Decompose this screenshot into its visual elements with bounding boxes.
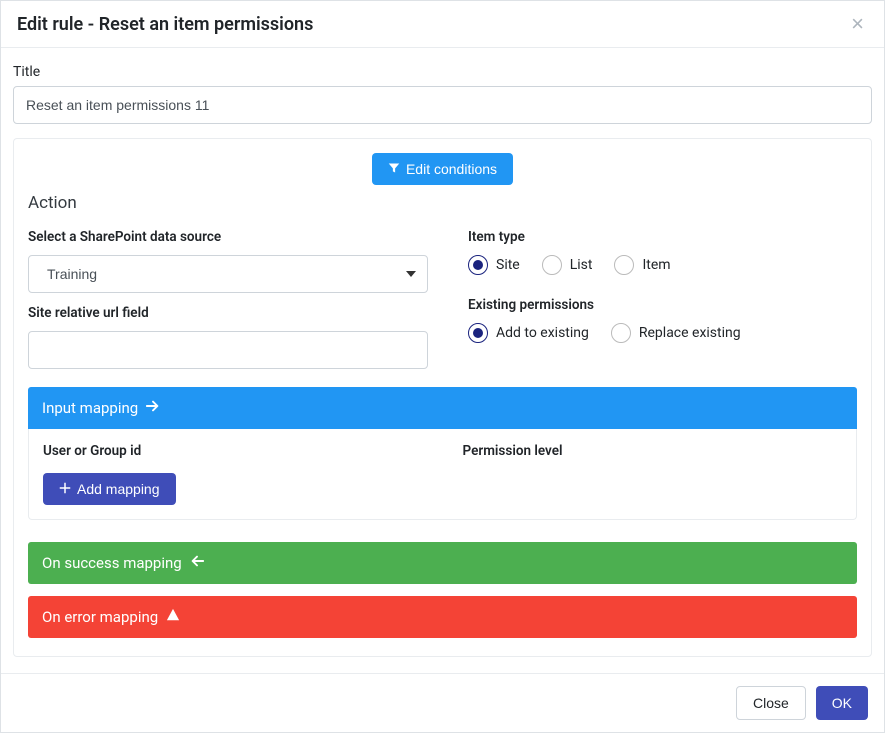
edit-rule-modal: Edit rule - Reset an item permissions × …: [0, 0, 885, 733]
site-rel-label: Site relative url field: [28, 305, 428, 321]
error-mapping-header[interactable]: On error mapping: [28, 596, 857, 638]
existing-perm-label: Existing permissions: [468, 297, 857, 313]
radio-site[interactable]: Site: [468, 255, 520, 275]
edit-conditions-label: Edit conditions: [406, 161, 497, 177]
item-type-group: Site List Item: [468, 255, 857, 275]
error-mapping-title: On error mapping: [42, 608, 158, 626]
warning-icon: [166, 608, 180, 626]
data-source-label: Select a SharePoint data source: [28, 229, 428, 245]
title-label: Title: [13, 64, 872, 80]
title-input[interactable]: [13, 86, 872, 124]
modal-footer: Close OK: [1, 673, 884, 732]
input-mapping-header[interactable]: Input mapping: [28, 387, 857, 429]
data-source-select[interactable]: Training: [28, 255, 428, 293]
ok-button[interactable]: OK: [816, 686, 868, 720]
success-mapping-title: On success mapping: [42, 554, 182, 572]
plus-icon: [59, 481, 71, 497]
add-mapping-label: Add mapping: [77, 481, 160, 497]
permission-level-label: Permission level: [463, 443, 843, 459]
input-mapping-title: Input mapping: [42, 399, 138, 417]
close-button[interactable]: Close: [736, 686, 806, 720]
radio-item[interactable]: Item: [614, 255, 670, 275]
action-card: Edit conditions Action Select a SharePoi…: [13, 138, 872, 657]
radio-replace-existing[interactable]: Replace existing: [611, 323, 741, 343]
modal-header: Edit rule - Reset an item permissions ×: [1, 1, 884, 48]
site-rel-input[interactable]: [28, 331, 428, 369]
modal-body: Title Edit conditions Action Select a Sh…: [1, 48, 884, 673]
edit-conditions-button[interactable]: Edit conditions: [372, 153, 513, 185]
arrow-right-icon: [146, 399, 160, 417]
add-mapping-button[interactable]: Add mapping: [43, 473, 176, 505]
radio-list[interactable]: List: [542, 255, 593, 275]
modal-title: Edit rule - Reset an item permissions: [17, 14, 313, 35]
item-type-label: Item type: [468, 229, 857, 245]
close-icon[interactable]: ×: [847, 13, 868, 35]
existing-perm-group: Add to existing Replace existing: [468, 323, 857, 343]
radio-add-existing[interactable]: Add to existing: [468, 323, 589, 343]
success-mapping-header[interactable]: On success mapping: [28, 542, 857, 584]
filter-icon: [388, 161, 400, 177]
user-group-label: User or Group id: [43, 443, 423, 459]
input-mapping-body: User or Group id Add mapping Permission …: [28, 429, 857, 520]
arrow-left-icon: [190, 554, 204, 572]
action-heading: Action: [28, 193, 857, 213]
